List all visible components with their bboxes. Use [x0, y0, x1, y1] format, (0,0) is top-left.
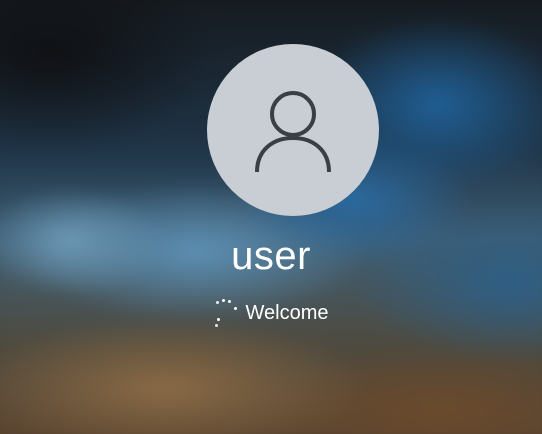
user-silhouette-icon — [255, 91, 331, 173]
status-text: Welcome — [245, 302, 329, 324]
username-label: user — [231, 234, 311, 278]
lock-screen: user Welcome — [0, 0, 542, 434]
sign-in-status: Welcome — [0, 298, 542, 328]
user-avatar — [207, 44, 379, 216]
loading-dots-icon — [214, 298, 238, 328]
